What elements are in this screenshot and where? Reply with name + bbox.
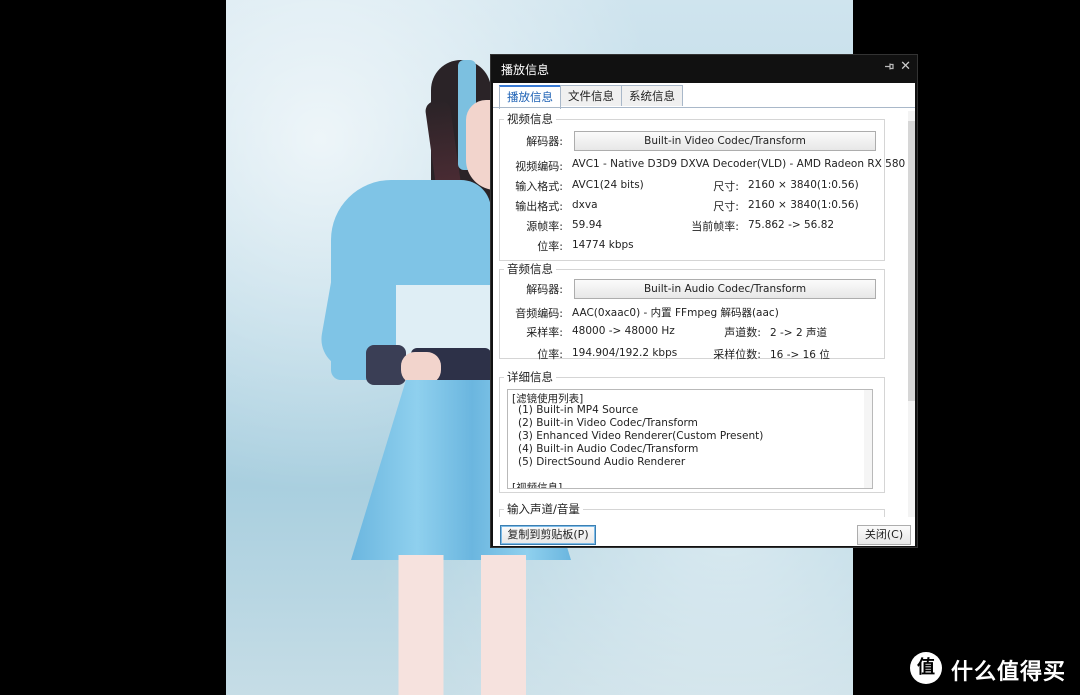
audio-bitrate-value: 194.904/192.2 kbps: [572, 347, 678, 359]
detail-line: (3) Enhanced Video Renderer(Custom Prese…: [518, 430, 764, 442]
info-scroll-area: 视频信息 解码器: Built-in Video Codec/Transform…: [499, 111, 905, 517]
audio-bitrate-label: 位率:: [537, 348, 563, 361]
video-decoder-label: 解码器:: [526, 135, 563, 148]
input-format-value: AVC1(24 bits): [572, 179, 644, 191]
sample-bits-value: 16 -> 16 位: [770, 349, 830, 361]
detail-line: (4) Built-in Audio Codec/Transform: [518, 443, 699, 455]
video-bitrate-value: 14774 kbps: [572, 239, 634, 251]
watermark-logo-icon: 值: [910, 652, 942, 684]
close-icon[interactable]: ✕: [900, 59, 911, 74]
detail-line: (5) DirectSound Audio Renderer: [518, 456, 686, 468]
watermark-text: 什么值得买: [951, 660, 1067, 685]
photo-legs: [391, 555, 541, 695]
tab-system-info[interactable]: 系统信息: [621, 85, 683, 106]
detail-group-title: 详细信息: [507, 370, 553, 384]
main-scrollbar[interactable]: [908, 111, 915, 517]
input-channel-group-title: 输入声道/音量: [507, 502, 580, 516]
input-format-label: 输入格式:: [515, 180, 563, 193]
input-channel-group: 输入声道/音量: [499, 501, 885, 517]
photo-bodice: [396, 285, 491, 355]
audio-codec-label: 音频编码:: [515, 307, 563, 320]
tab-playback-info[interactable]: 播放信息: [499, 85, 561, 109]
channels-label: 声道数:: [724, 326, 761, 339]
audio-decoder-button[interactable]: Built-in Audio Codec/Transform: [574, 279, 876, 299]
main-scrollbar-thumb[interactable]: [908, 121, 915, 401]
video-group-title: 视频信息: [507, 112, 553, 126]
audio-decoder-label: 解码器:: [526, 283, 563, 296]
output-size-label: 尺寸:: [713, 200, 739, 213]
audio-codec-value: AAC(0xaac0) - 内置 FFmpeg 解码器(aac): [572, 307, 779, 319]
tab-bar: 播放信息 文件信息 系统信息: [499, 85, 683, 109]
output-format-label: 输出格式:: [515, 200, 563, 213]
tab-file-info[interactable]: 文件信息: [560, 85, 622, 106]
current-fps-value: 75.862 -> 56.82: [748, 219, 835, 231]
input-size-value: 2160 × 3840(1:0.56): [748, 179, 859, 191]
photo-hand: [401, 352, 441, 384]
playback-info-dialog: 播放信息 ✕ 播放信息 文件信息 系统信息 视频信息 解码器: Built-in…: [490, 54, 918, 548]
video-codec-value: AVC1 - Native D3D9 DXVA Decoder(VLD) - A…: [572, 158, 905, 170]
detail-line: [视频信息]: [512, 482, 563, 489]
source-fps-label: 源帧率:: [526, 220, 563, 233]
video-decoder-button[interactable]: Built-in Video Codec/Transform: [574, 131, 876, 151]
detail-text-box[interactable]: [滤镜使用列表] (1) Built-in MP4 Source (2) Bui…: [507, 389, 873, 489]
detail-line: (1) Built-in MP4 Source: [518, 404, 639, 416]
photo-sleeve-cuff: [366, 345, 406, 385]
video-bitrate-label: 位率:: [537, 240, 563, 253]
detail-line: (2) Built-in Video Codec/Transform: [518, 417, 698, 429]
video-codec-label: 视频编码:: [515, 160, 563, 173]
sample-rate-label: 采样率:: [526, 326, 563, 339]
source-fps-value: 59.94: [572, 219, 603, 231]
detail-scrollbar[interactable]: [864, 390, 872, 488]
close-button[interactable]: 关闭(C): [857, 525, 911, 545]
copy-to-clipboard-button[interactable]: 复制到剪贴板(P): [500, 525, 596, 545]
output-format-value: dxva: [572, 199, 598, 211]
current-fps-label: 当前帧率:: [691, 220, 739, 233]
sample-bits-label: 采样位数:: [713, 348, 761, 361]
input-size-label: 尺寸:: [713, 180, 739, 193]
pin-icon[interactable]: [884, 61, 895, 75]
tab-divider: [493, 107, 915, 108]
channels-value: 2 -> 2 声道: [770, 327, 827, 339]
audio-group-title: 音频信息: [507, 262, 553, 276]
dialog-client: 播放信息 文件信息 系统信息 视频信息 解码器: Built-in Video …: [493, 83, 915, 546]
sample-rate-value: 48000 -> 48000 Hz: [572, 325, 675, 337]
window-title: 播放信息: [501, 63, 550, 77]
output-size-value: 2160 × 3840(1:0.56): [748, 199, 859, 211]
title-bar[interactable]: 播放信息 ✕: [491, 55, 917, 83]
